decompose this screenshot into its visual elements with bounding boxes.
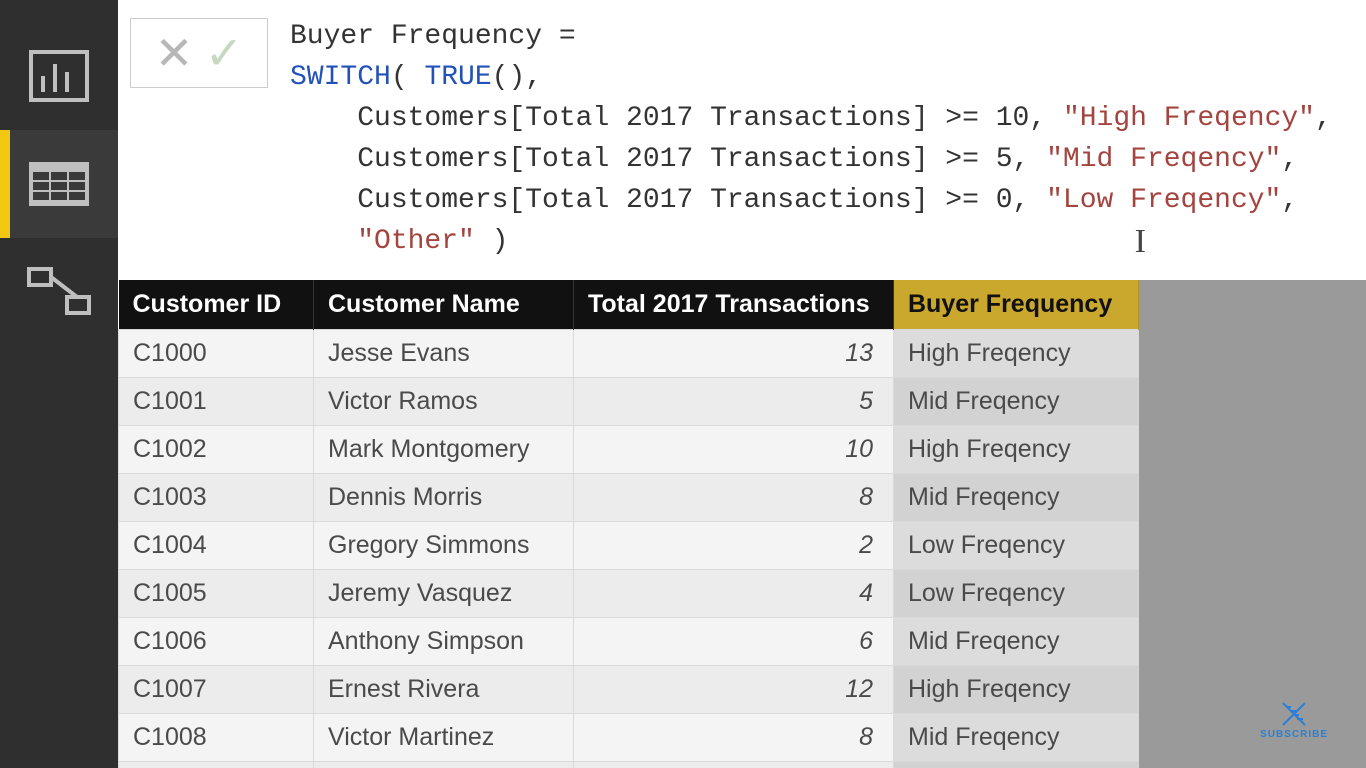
table-row[interactable]: C1000Jesse Evans13High Freqency bbox=[119, 330, 1139, 378]
table-row[interactable]: C1001Victor Ramos5Mid Freqency bbox=[119, 378, 1139, 426]
table-row[interactable]: C1006Anthony Simpson6Mid Freqency bbox=[119, 618, 1139, 666]
table-row[interactable]: C1008Victor Martinez8Mid Freqency bbox=[119, 714, 1139, 762]
cell-transactions[interactable]: 6 bbox=[574, 618, 894, 666]
cell-customer-name[interactable]: Victor Ramos bbox=[314, 378, 574, 426]
cell-buyer-frequency[interactable]: Low Freqency bbox=[894, 762, 1139, 768]
cell-customer-name[interactable]: Mark Montgomery bbox=[314, 426, 574, 474]
cell-customer-id[interactable]: C1003 bbox=[119, 474, 314, 522]
column-header-transactions[interactable]: Total 2017 Transactions bbox=[574, 280, 894, 330]
cell-customer-name[interactable]: Jeremy Vasquez bbox=[314, 570, 574, 618]
cell-transactions[interactable]: 3 bbox=[574, 762, 894, 768]
data-view-button[interactable] bbox=[0, 130, 118, 238]
column-header-customer-name[interactable]: Customer Name bbox=[314, 280, 574, 330]
cell-customer-name[interactable]: Bobby Burton bbox=[314, 762, 574, 768]
cell-customer-id[interactable]: C1000 bbox=[119, 330, 314, 378]
cell-customer-id[interactable]: C1008 bbox=[119, 714, 314, 762]
table-row[interactable]: C1004Gregory Simmons2Low Freqency bbox=[119, 522, 1139, 570]
cell-transactions[interactable]: 10 bbox=[574, 426, 894, 474]
cell-buyer-frequency[interactable]: Mid Freqency bbox=[894, 618, 1139, 666]
cell-buyer-frequency[interactable]: Mid Freqency bbox=[894, 714, 1139, 762]
cell-customer-name[interactable]: Victor Martinez bbox=[314, 714, 574, 762]
cell-customer-name[interactable]: Dennis Morris bbox=[314, 474, 574, 522]
cell-buyer-frequency[interactable]: Low Freqency bbox=[894, 570, 1139, 618]
cell-buyer-frequency[interactable]: High Freqency bbox=[894, 426, 1139, 474]
cell-transactions[interactable]: 8 bbox=[574, 714, 894, 762]
cell-transactions[interactable]: 4 bbox=[574, 570, 894, 618]
table-row[interactable]: C1003Dennis Morris8Mid Freqency bbox=[119, 474, 1139, 522]
cell-customer-id[interactable]: C1006 bbox=[119, 618, 314, 666]
cell-buyer-frequency[interactable]: Mid Freqency bbox=[894, 378, 1139, 426]
cell-transactions[interactable]: 2 bbox=[574, 522, 894, 570]
column-header-customer-id[interactable]: Customer ID bbox=[119, 280, 314, 330]
model-view-button[interactable] bbox=[0, 238, 118, 346]
formula-text: Buyer Frequency = SWITCH( TRUE(), Custom… bbox=[290, 21, 1332, 257]
bar-chart-icon bbox=[29, 50, 89, 102]
data-grid[interactable]: Customer ID Customer Name Total 2017 Tra… bbox=[118, 280, 1139, 768]
formula-bar: ✕ ✓ Buyer Frequency = SWITCH( TRUE(), Cu… bbox=[118, 0, 1366, 280]
cell-transactions[interactable]: 12 bbox=[574, 666, 894, 714]
cell-buyer-frequency[interactable]: High Freqency bbox=[894, 330, 1139, 378]
relationship-icon bbox=[27, 267, 91, 317]
view-switcher-rail bbox=[0, 0, 118, 768]
data-grid-container: Customer ID Customer Name Total 2017 Tra… bbox=[118, 280, 1366, 768]
header-row: Customer ID Customer Name Total 2017 Tra… bbox=[119, 280, 1139, 330]
commit-formula-button[interactable]: ✓ bbox=[199, 26, 249, 80]
table-row[interactable]: C1007Ernest Rivera12High Freqency bbox=[119, 666, 1139, 714]
table-grid-icon bbox=[29, 162, 89, 206]
table-row[interactable]: C1009Bobby Burton3Low Freqency bbox=[119, 762, 1139, 768]
cell-customer-name[interactable]: Anthony Simpson bbox=[314, 618, 574, 666]
formula-action-box: ✕ ✓ bbox=[130, 18, 268, 88]
text-cursor-icon: I bbox=[1135, 221, 1146, 262]
cell-buyer-frequency[interactable]: High Freqency bbox=[894, 666, 1139, 714]
cell-customer-name[interactable]: Jesse Evans bbox=[314, 330, 574, 378]
table-row[interactable]: C1002Mark Montgomery10High Freqency bbox=[119, 426, 1139, 474]
cell-buyer-frequency[interactable]: Mid Freqency bbox=[894, 474, 1139, 522]
cell-transactions[interactable]: 13 bbox=[574, 330, 894, 378]
cell-customer-id[interactable]: C1002 bbox=[119, 426, 314, 474]
cancel-formula-button[interactable]: ✕ bbox=[149, 26, 199, 80]
cell-customer-name[interactable]: Gregory Simmons bbox=[314, 522, 574, 570]
cell-customer-id[interactable]: C1004 bbox=[119, 522, 314, 570]
cell-customer-id[interactable]: C1005 bbox=[119, 570, 314, 618]
cell-transactions[interactable]: 5 bbox=[574, 378, 894, 426]
cell-transactions[interactable]: 8 bbox=[574, 474, 894, 522]
formula-editor[interactable]: Buyer Frequency = SWITCH( TRUE(), Custom… bbox=[268, 10, 1366, 268]
main-content: ✕ ✓ Buyer Frequency = SWITCH( TRUE(), Cu… bbox=[118, 0, 1366, 768]
cell-customer-id[interactable]: C1009 bbox=[119, 762, 314, 768]
subscribe-badge[interactable]: SUBSCRIBE bbox=[1260, 701, 1328, 740]
column-header-buyer-frequency[interactable]: Buyer Frequency bbox=[894, 280, 1139, 330]
cell-customer-name[interactable]: Ernest Rivera bbox=[314, 666, 574, 714]
cell-buyer-frequency[interactable]: Low Freqency bbox=[894, 522, 1139, 570]
report-view-button[interactable] bbox=[0, 22, 118, 130]
cell-customer-id[interactable]: C1001 bbox=[119, 378, 314, 426]
dna-icon bbox=[1279, 701, 1309, 727]
table-row[interactable]: C1005Jeremy Vasquez4Low Freqency bbox=[119, 570, 1139, 618]
cell-customer-id[interactable]: C1007 bbox=[119, 666, 314, 714]
subscribe-label: SUBSCRIBE bbox=[1260, 729, 1328, 740]
